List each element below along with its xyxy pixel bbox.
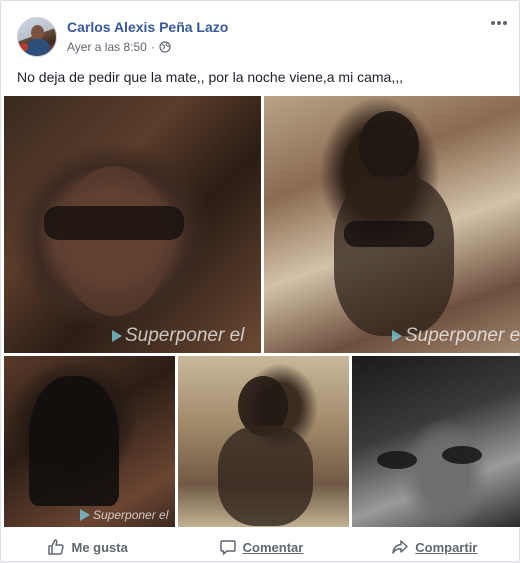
photo-5-eye-right (442, 446, 482, 464)
photo-5[interactable] (352, 356, 520, 527)
avatar-body (26, 39, 50, 56)
photo-2-figure (359, 111, 419, 181)
photo-1-glasses (44, 206, 184, 240)
photo-3[interactable]: Superponer el (4, 356, 175, 527)
globe-icon[interactable] (159, 41, 171, 53)
photo-2-body (334, 176, 454, 336)
more-options-icon[interactable] (487, 15, 511, 31)
play-icon (392, 330, 402, 342)
photo-2-watermark: Superponer el (392, 325, 520, 347)
comment-label: Comentar (242, 539, 304, 555)
share-button[interactable]: Compartir (348, 531, 520, 563)
photo-2-glasses (344, 221, 434, 247)
photo-1[interactable]: Superponer el (4, 96, 261, 353)
photo-5-eye-left (377, 451, 417, 469)
share-label: Compartir (415, 539, 478, 555)
photo-3-hood (29, 376, 119, 506)
photo-4[interactable] (178, 356, 349, 527)
photo-1-face (59, 166, 169, 316)
post-card: Carlos Alexis Peña Lazo Ayer a las 8:50 … (0, 0, 520, 562)
author-avatar[interactable] (17, 17, 57, 57)
avatar-detail (20, 43, 28, 51)
author-name[interactable]: Carlos Alexis Peña Lazo (67, 19, 228, 35)
post-meta: Ayer a las 8:50 · (67, 40, 171, 54)
comment-button[interactable]: Comentar (174, 531, 347, 563)
photo-3-watermark: Superponer el (80, 508, 168, 522)
photo-4-body (218, 426, 313, 526)
meta-separator: · (150, 40, 155, 54)
play-icon (80, 509, 90, 521)
action-bar: Me gusta Comentar Compartir (1, 531, 520, 563)
post-text: No deja de pedir que la mate,, por la no… (17, 69, 403, 85)
photo-2[interactable]: Superponer el (264, 96, 520, 353)
avatar-head (31, 25, 44, 40)
watermark-text: Superponer el (405, 325, 520, 346)
like-label: Me gusta (71, 539, 128, 555)
photo-1-watermark: Superponer el (112, 325, 244, 347)
post-timestamp[interactable]: Ayer a las 8:50 (67, 40, 147, 54)
thumbs-up-icon (48, 539, 65, 555)
post-header: Carlos Alexis Peña Lazo Ayer a las 8:50 … (1, 1, 520, 65)
share-icon (392, 540, 408, 554)
watermark-text: Superponer el (93, 508, 169, 522)
photo-grid: Superponer el Superponer el Superponer e… (4, 96, 520, 527)
play-icon (112, 330, 122, 342)
watermark-text: Superponer el (125, 325, 245, 346)
comment-icon (219, 540, 236, 555)
like-button[interactable]: Me gusta (1, 531, 174, 563)
